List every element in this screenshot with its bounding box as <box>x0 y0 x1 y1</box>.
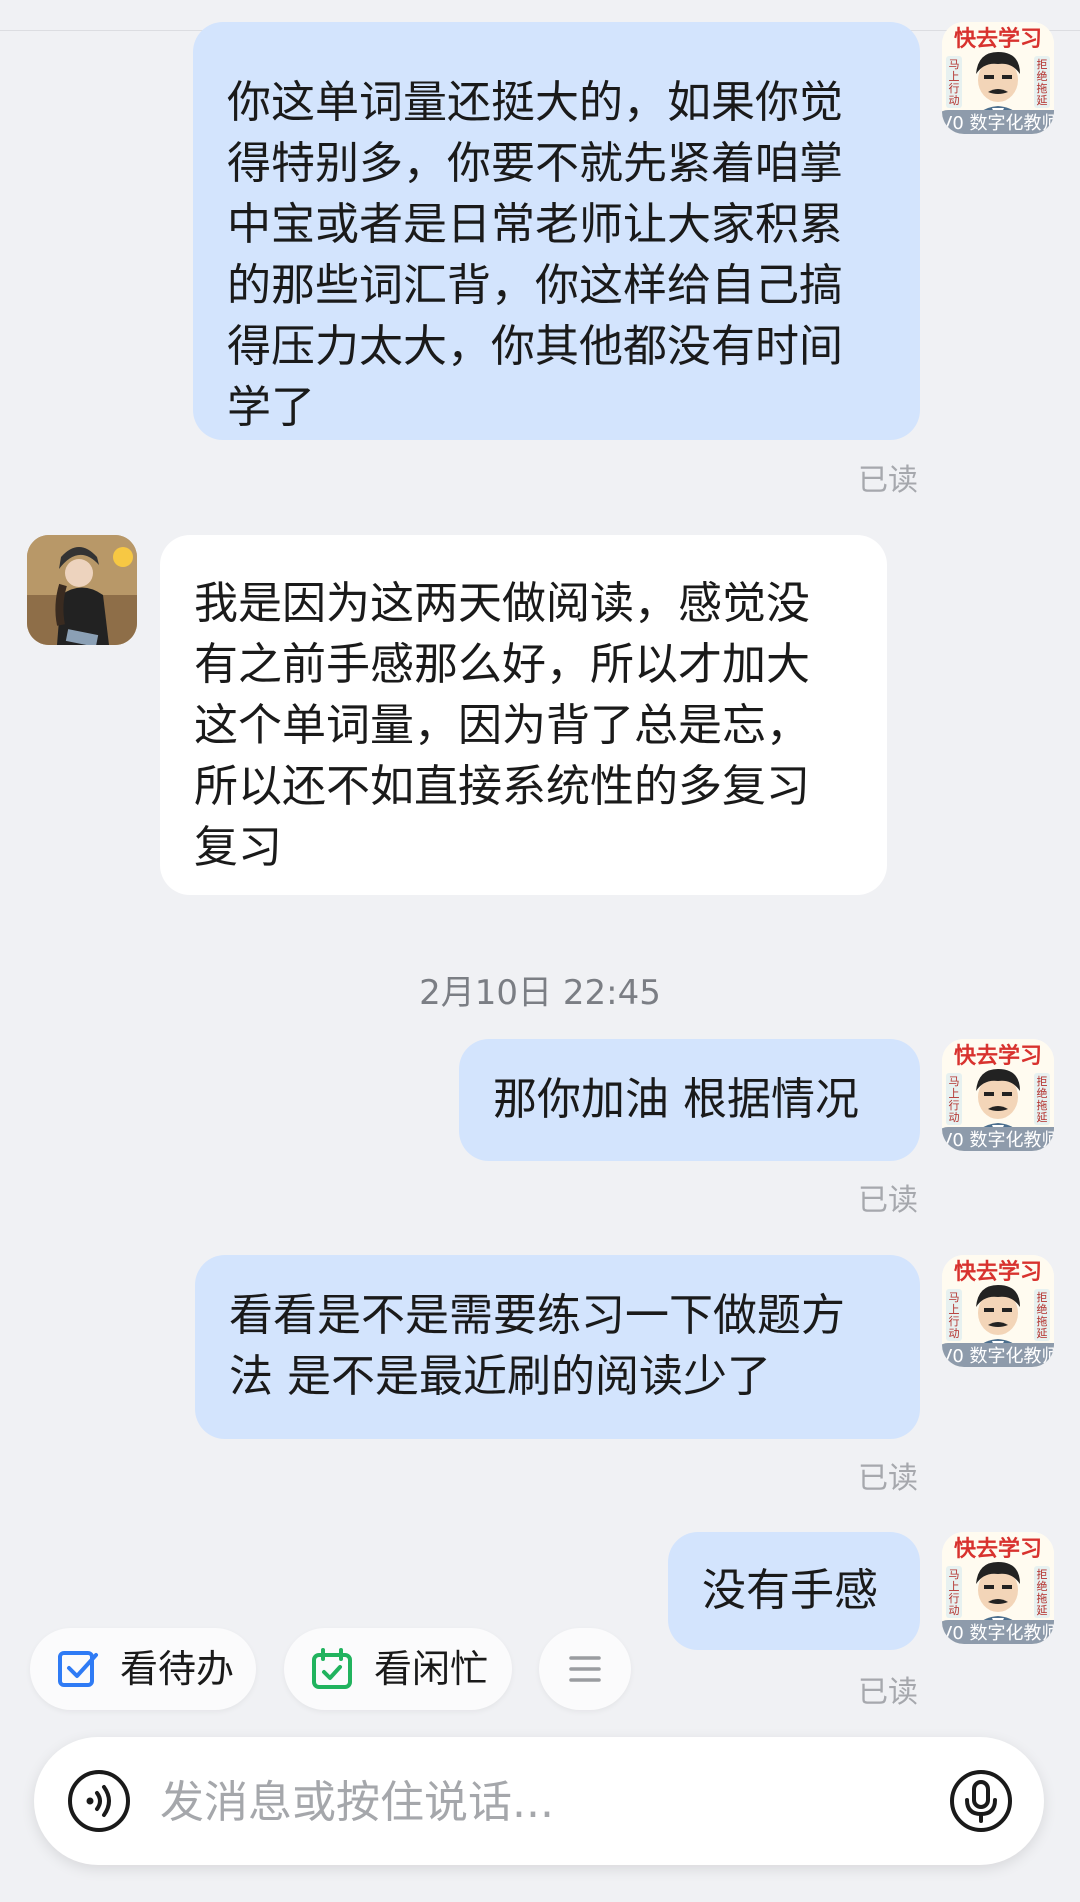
svg-text:快去学习: 快去学习 <box>954 1259 1042 1285</box>
svg-text:延: 延 <box>1037 1604 1048 1617</box>
svg-text:拖: 拖 <box>1037 1591 1048 1605</box>
teacher-badge: V0 数字化教师 <box>942 1127 1054 1151</box>
quick-action-availability[interactable]: 看闲忙 <box>284 1628 512 1710</box>
teacher-avatar[interactable]: 快去学习马上行动拒绝拖延 V0 数字化教师 <box>942 1255 1054 1367</box>
message-line: 我是因为这两天做阅读，感觉没 <box>194 578 810 629</box>
svg-text:延: 延 <box>1037 94 1048 107</box>
svg-text:快去学习: 快去学习 <box>954 1536 1042 1562</box>
voice-toggle-icon[interactable] <box>66 1768 132 1834</box>
message-line: 那你加油 根据情况 <box>493 1074 859 1125</box>
badge-prefix: V0 <box>942 1346 964 1367</box>
teacher-avatar[interactable]: 快去学习马上行动拒绝拖延 V0 数字化教师 <box>942 1532 1054 1644</box>
svg-text:拖: 拖 <box>1037 1098 1048 1112</box>
svg-text:拖: 拖 <box>1037 1314 1048 1328</box>
svg-text:延: 延 <box>1037 1111 1048 1124</box>
read-status: 已读 <box>858 463 918 498</box>
message-line: 看看是不是需要练习一下做题方 <box>229 1290 845 1341</box>
teacher-badge: V0 数字化教师 <box>942 1343 1054 1367</box>
read-status: 已读 <box>858 1183 918 1218</box>
checkbox-icon <box>58 1651 98 1687</box>
menu-icon <box>569 1656 601 1682</box>
message-line: 有之前手感那么好，所以才加大 <box>194 639 810 690</box>
badge-text: 数字化教师 <box>969 113 1055 134</box>
message-bubble-incoming[interactable]: 我是因为这两天做阅读，感觉没 有之前手感那么好，所以才加大 这个单词量，因为背了… <box>160 535 887 895</box>
message-line: 复习 <box>194 822 282 873</box>
read-status: 已读 <box>858 1675 918 1710</box>
teacher-avatar[interactable]: 快去学习马上行动拒绝拖延 V0 数字化教师 <box>942 22 1054 134</box>
message-line: 的那些词汇背，你这样给自己搞 <box>227 260 843 311</box>
teacher-badge: V0 数字化教师 <box>942 1620 1054 1644</box>
message-line: 没有手感 <box>702 1565 878 1616</box>
badge-prefix: V0 <box>942 1623 964 1644</box>
message-bubble-outgoing[interactable]: 没有手感 <box>668 1532 920 1650</box>
message-bubble-outgoing[interactable]: 那你加油 根据情况 <box>459 1039 920 1161</box>
badge-prefix: V0 <box>942 113 964 134</box>
teacher-badge: V0 数字化教师 <box>942 110 1054 134</box>
message-line: 得特别多，你要不就先紧着咱掌 <box>227 138 843 189</box>
microphone-icon[interactable] <box>948 1768 1014 1834</box>
svg-text:动: 动 <box>949 1111 960 1124</box>
badge-text: 数字化教师 <box>969 1346 1055 1367</box>
message-input[interactable] <box>158 1765 922 1839</box>
svg-text:绝: 绝 <box>1037 1579 1048 1593</box>
teacher-avatar[interactable]: 快去学习马上行动拒绝拖延 V0 数字化教师 <box>942 1039 1054 1151</box>
svg-text:动: 动 <box>949 1327 960 1340</box>
message-line: 得压力太大，你其他都没有时间 <box>227 321 843 372</box>
quick-action-label: 看待办 <box>120 1647 235 1691</box>
message-line: 你这单词量还挺大的，如果你觉 <box>227 77 843 128</box>
timestamp: 2月10日 22:45 <box>419 973 661 1013</box>
badge-text: 数字化教师 <box>969 1130 1055 1151</box>
svg-text:动: 动 <box>949 94 960 107</box>
calendar-check-icon <box>312 1648 352 1689</box>
svg-text:绝: 绝 <box>1037 1086 1048 1100</box>
quick-action-todo[interactable]: 看待办 <box>30 1628 256 1710</box>
svg-text:拖: 拖 <box>1037 81 1048 95</box>
message-line: 学了 <box>227 382 315 433</box>
badge-prefix: V0 <box>942 1130 964 1151</box>
message-line: 所以还不如直接系统性的多复习 <box>194 761 810 812</box>
svg-text:快去学习: 快去学习 <box>954 26 1042 52</box>
message-bubble-outgoing[interactable]: 看看是不是需要练习一下做题方 法 是不是最近刷的阅读少了 <box>195 1255 920 1439</box>
svg-text:动: 动 <box>949 1604 960 1617</box>
quick-action-label: 看闲忙 <box>374 1647 489 1691</box>
message-line: 法 是不是最近刷的阅读少了 <box>229 1351 771 1402</box>
message-line: 中宝或者是日常老师让大家积累 <box>227 199 843 250</box>
read-status: 已读 <box>858 1461 918 1496</box>
message-line: 这个单词量，因为背了总是忘， <box>194 700 810 751</box>
message-input-bar <box>34 1737 1044 1865</box>
badge-text: 数字化教师 <box>969 1623 1055 1644</box>
user-avatar[interactable] <box>27 535 137 645</box>
svg-text:快去学习: 快去学习 <box>954 1043 1042 1069</box>
svg-text:绝: 绝 <box>1037 1302 1048 1316</box>
svg-text:延: 延 <box>1037 1327 1048 1340</box>
more-actions-button[interactable] <box>539 1628 631 1710</box>
svg-text:绝: 绝 <box>1037 69 1048 83</box>
message-bubble-outgoing[interactable]: 你这单词量还挺大的，如果你觉 得特别多，你要不就先紧着咱掌 中宝或者是日常老师让… <box>193 22 920 440</box>
